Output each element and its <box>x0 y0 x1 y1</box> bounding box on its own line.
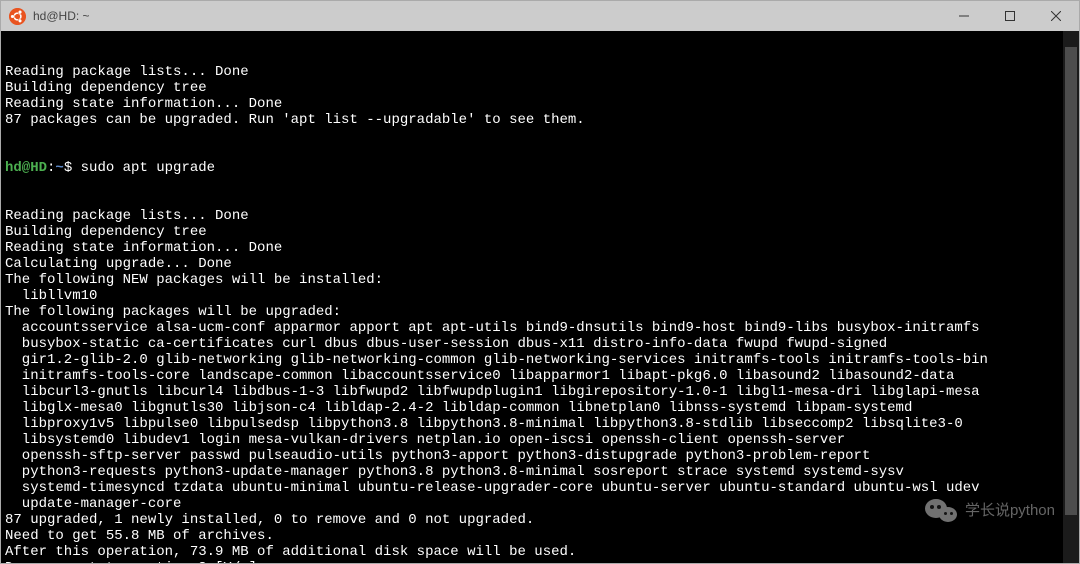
window-title: hd@HD: ~ <box>33 9 90 23</box>
terminal-output-post: Reading package lists... DoneBuilding de… <box>5 208 1077 563</box>
terminal-line: The following NEW packages will be insta… <box>5 272 1077 288</box>
terminal-line: python3-requests python3-update-manager … <box>5 464 1077 480</box>
prompt-symbol: $ <box>64 160 81 176</box>
terminal-line: Calculating upgrade... Done <box>5 256 1077 272</box>
prompt-path: ~ <box>55 160 63 176</box>
prompt-line: hd@HD:~$ sudo apt upgrade <box>5 160 1077 176</box>
terminal-line: The following packages will be upgraded: <box>5 304 1077 320</box>
window-controls <box>941 1 1079 31</box>
terminal-line: openssh-sftp-server passwd pulseaudio-ut… <box>5 448 1077 464</box>
terminal-line: Reading state information... Done <box>5 96 1077 112</box>
terminal-line: After this operation, 73.9 MB of additio… <box>5 544 1077 560</box>
titlebar[interactable]: hd@HD: ~ <box>1 1 1079 31</box>
terminal-line: accountsservice alsa-ucm-conf apparmor a… <box>5 320 1077 336</box>
terminal-output-pre: Reading package lists... DoneBuilding de… <box>5 64 1077 128</box>
terminal-line: Reading state information... Done <box>5 240 1077 256</box>
terminal-line: Do you want to continue? [Y/n] y <box>5 560 1077 563</box>
terminal-line: libsystemd0 libudev1 login mesa-vulkan-d… <box>5 432 1077 448</box>
terminal-line: Need to get 55.8 MB of archives. <box>5 528 1077 544</box>
typed-command: sudo apt upgrade <box>81 160 215 176</box>
terminal-line: systemd-timesyncd tzdata ubuntu-minimal … <box>5 480 1077 496</box>
terminal-line: Building dependency tree <box>5 224 1077 240</box>
terminal-line: gir1.2-glib-2.0 glib-networking glib-net… <box>5 352 1077 368</box>
terminal-line: Reading package lists... Done <box>5 208 1077 224</box>
terminal-line: libllvm10 <box>5 288 1077 304</box>
scrollbar-thumb[interactable] <box>1065 47 1077 515</box>
terminal-window: hd@HD: ~ Reading package lists... DoneBu… <box>0 0 1080 564</box>
terminal-line: Reading package lists... Done <box>5 64 1077 80</box>
maximize-button[interactable] <box>987 1 1033 31</box>
terminal-line: 87 packages can be upgraded. Run 'apt li… <box>5 112 1077 128</box>
terminal-line: busybox-static ca-certificates curl dbus… <box>5 336 1077 352</box>
minimize-button[interactable] <box>941 1 987 31</box>
terminal-line: initramfs-tools-core landscape-common li… <box>5 368 1077 384</box>
terminal-line: Building dependency tree <box>5 80 1077 96</box>
prompt-user-host: hd@HD <box>5 160 47 176</box>
terminal-body[interactable]: Reading package lists... DoneBuilding de… <box>1 31 1079 563</box>
close-button[interactable] <box>1033 1 1079 31</box>
terminal-line: update-manager-core <box>5 496 1077 512</box>
terminal-line: 87 upgraded, 1 newly installed, 0 to rem… <box>5 512 1077 528</box>
terminal-line: libglx-mesa0 libgnutls30 libjson-c4 libl… <box>5 400 1077 416</box>
scrollbar-vertical[interactable] <box>1063 31 1079 563</box>
ubuntu-icon <box>9 8 26 25</box>
terminal-line: libcurl3-gnutls libcurl4 libdbus-1-3 lib… <box>5 384 1077 400</box>
terminal-line: libproxy1v5 libpulse0 libpulsedsp libpyt… <box>5 416 1077 432</box>
